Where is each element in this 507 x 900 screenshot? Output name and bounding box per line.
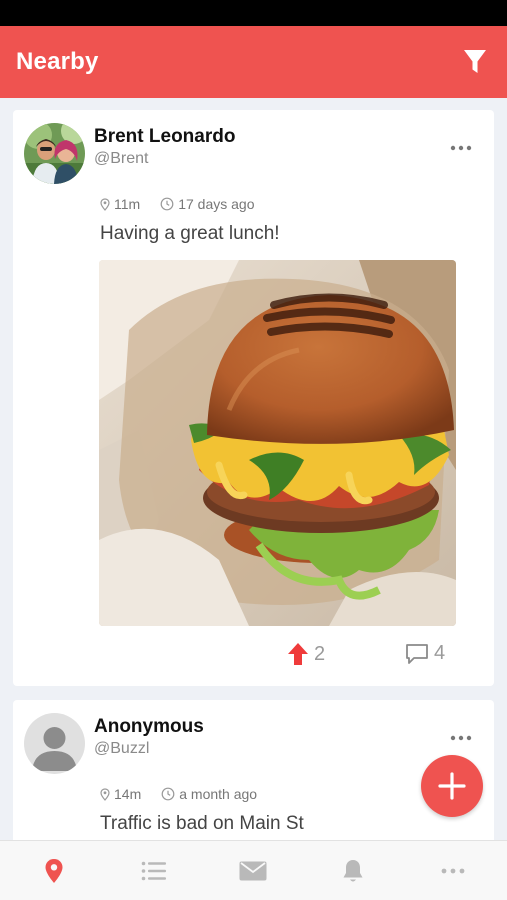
clock-icon [161, 787, 175, 801]
post-author-handle: @Brent [94, 150, 149, 167]
filter-button[interactable] [453, 40, 497, 84]
post-distance: 14m [114, 786, 142, 802]
arrow-up-icon [288, 643, 308, 665]
post-author-name[interactable]: Anonymous [94, 716, 204, 738]
clock-icon [160, 197, 174, 211]
filter-icon [464, 50, 486, 73]
post-text: Having a great lunch! [100, 223, 280, 244]
tab-more[interactable] [423, 846, 483, 896]
bell-icon [343, 859, 363, 881]
post-image[interactable] [99, 260, 456, 626]
more-icon [441, 868, 465, 873]
post-meta: 11m 17 days ago [100, 196, 255, 212]
post-time: a month ago [179, 786, 258, 802]
avatar[interactable] [24, 123, 85, 184]
tab-feed[interactable] [124, 846, 184, 896]
post-author-name[interactable]: Brent Leonardo [94, 126, 235, 148]
status-bar [0, 0, 507, 26]
location-pin-icon [100, 787, 110, 801]
page-title: Nearby [16, 48, 99, 75]
create-post-button[interactable] [421, 755, 483, 817]
comment-icon [406, 643, 428, 664]
upvote-button[interactable]: 2 [287, 642, 325, 666]
comment-count: 4 [434, 642, 446, 664]
post-more-button[interactable] [446, 138, 476, 158]
feed[interactable]: Brent Leonardo @Brent 11m 17 days ago Ha… [0, 98, 507, 840]
location-pin-icon [45, 858, 63, 883]
more-icon [450, 735, 472, 741]
list-icon [141, 861, 166, 880]
post-card: Anonymous @Buzzl 14m a month ago Traffic… [13, 700, 494, 840]
post-meta: 14m a month ago [100, 786, 257, 802]
more-icon [450, 145, 472, 151]
post-more-button[interactable] [446, 728, 476, 748]
post-time: 17 days ago [178, 196, 255, 212]
post-distance: 11m [114, 196, 141, 212]
tab-notifications[interactable] [323, 846, 383, 896]
tab-nearby[interactable] [24, 846, 84, 896]
tab-messages[interactable] [223, 846, 283, 896]
upvote-count: 2 [314, 642, 326, 665]
tab-bar [0, 840, 507, 900]
app-header: Nearby [0, 26, 507, 98]
comment-button[interactable]: 4 [405, 642, 445, 665]
post-author-handle: @Buzzl [94, 740, 150, 757]
plus-icon [438, 772, 466, 800]
location-pin-icon [100, 197, 110, 211]
post-card: Brent Leonardo @Brent 11m 17 days ago Ha… [13, 110, 494, 686]
post-text: Traffic is bad on Main St [100, 813, 304, 834]
mail-icon [239, 861, 267, 880]
avatar[interactable] [24, 713, 85, 774]
